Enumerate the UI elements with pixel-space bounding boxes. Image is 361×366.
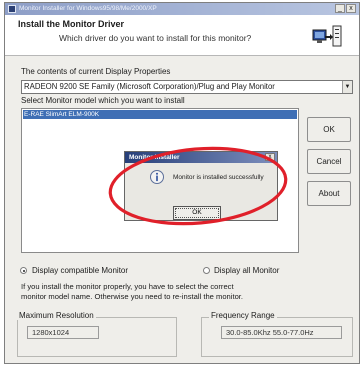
dialog-close-button[interactable]: x	[265, 153, 275, 161]
radio-compatible-monitor[interactable]	[20, 267, 27, 274]
frequency-range-label: Frequency Range	[209, 311, 277, 320]
minimize-button[interactable]: _	[335, 4, 345, 13]
display-properties-value: RADEON 9200 SE Family (Microsoft Corpora…	[24, 82, 275, 91]
info-text-line-2: monitor model name. Otherwise you need t…	[21, 292, 244, 301]
max-resolution-value: 1280x1024	[27, 326, 99, 339]
dialog-title[interactable]: Monitor Installer	[125, 152, 277, 163]
info-icon	[150, 170, 164, 184]
window-titlebar[interactable]: Monitor Installer for Windows95/98/Me/20…	[5, 3, 359, 15]
app-icon	[8, 5, 16, 13]
model-select-label: Select Monitor model which you want to i…	[21, 96, 185, 105]
chevron-down-icon[interactable]: ▼	[342, 81, 352, 93]
header-title: Install the Monitor Driver	[18, 19, 125, 29]
display-properties-select[interactable]: RADEON 9200 SE Family (Microsoft Corpora…	[21, 80, 353, 94]
window-close-button[interactable]: x	[346, 4, 356, 13]
installed-dialog: Monitor Installer x Monitor is installed…	[124, 151, 278, 221]
header-subtitle: Which driver do you want to install for …	[59, 33, 252, 43]
monitor-installer-window: Monitor Installer for Windows95/98/Me/20…	[4, 2, 360, 364]
window-title: Monitor Installer for Windows95/98/Me/20…	[19, 5, 157, 12]
info-text-line-1: If you install the monitor properly, you…	[21, 282, 234, 291]
monitor-install-icon	[312, 25, 342, 47]
frequency-range-value: 30.0-85.0Khz 55.0-77.0Hz	[221, 326, 342, 339]
radio-all-label[interactable]: Display all Monitor	[214, 266, 279, 275]
wizard-header: Install the Monitor Driver Which driver …	[5, 15, 359, 56]
max-resolution-label: Maximum Resolution	[17, 311, 96, 320]
list-item[interactable]: E-RAE SlimArt ELM-900K	[23, 110, 297, 119]
dialog-ok-button[interactable]: OK	[173, 206, 221, 220]
display-properties-label: The contents of current Display Properti…	[21, 67, 171, 76]
cancel-button[interactable]: Cancel	[307, 149, 351, 174]
dialog-message: Monitor is installed successfully	[173, 174, 264, 181]
about-button[interactable]: About	[307, 181, 351, 206]
ok-button[interactable]: OK	[307, 117, 351, 142]
radio-all-monitor[interactable]	[203, 267, 210, 274]
radio-compatible-label[interactable]: Display compatible Monitor	[32, 266, 128, 275]
